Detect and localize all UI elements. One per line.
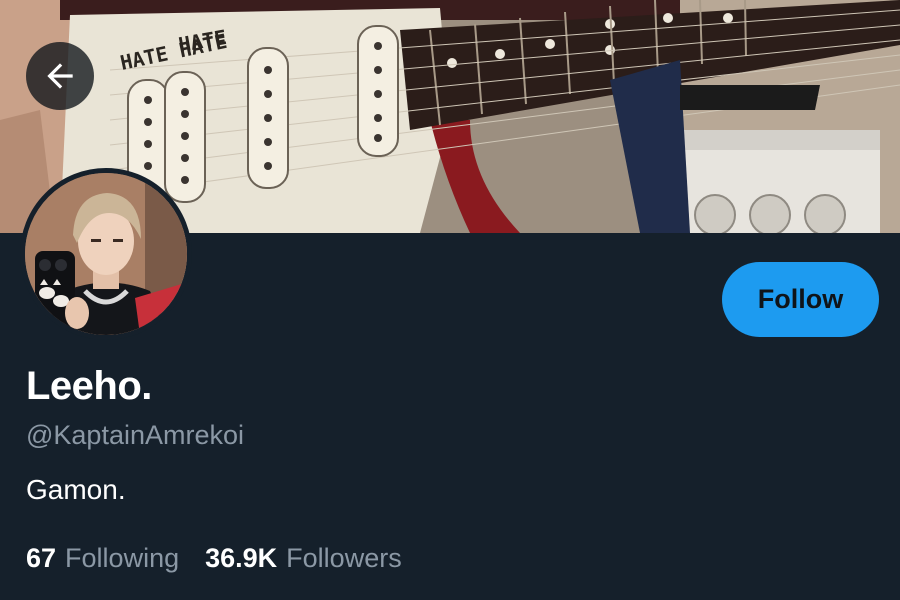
following-count: 67 [26, 543, 57, 573]
profile-avatar[interactable] [20, 168, 192, 340]
user-handle: @KaptainAmrekoi [26, 420, 245, 450]
arrow-left-icon [47, 63, 73, 89]
profile-bio: Gamon. [26, 474, 126, 505]
profile-page: HATE HATE HATE Follow Leeho. @KaptainAmr… [0, 0, 900, 600]
followers-label: Followers [286, 543, 402, 573]
display-name: Leeho. [26, 364, 152, 408]
followers-link[interactable]: 36.9K Followers [205, 543, 402, 574]
followers-count: 36.9K [205, 543, 278, 573]
following-label: Following [65, 543, 180, 573]
follow-button[interactable]: Follow [722, 262, 879, 337]
following-link[interactable]: 67 Following [26, 543, 179, 574]
avatar-photo [25, 173, 187, 335]
follow-stats: 67 Following 36.9K Followers [26, 543, 428, 574]
back-button[interactable] [26, 42, 94, 110]
